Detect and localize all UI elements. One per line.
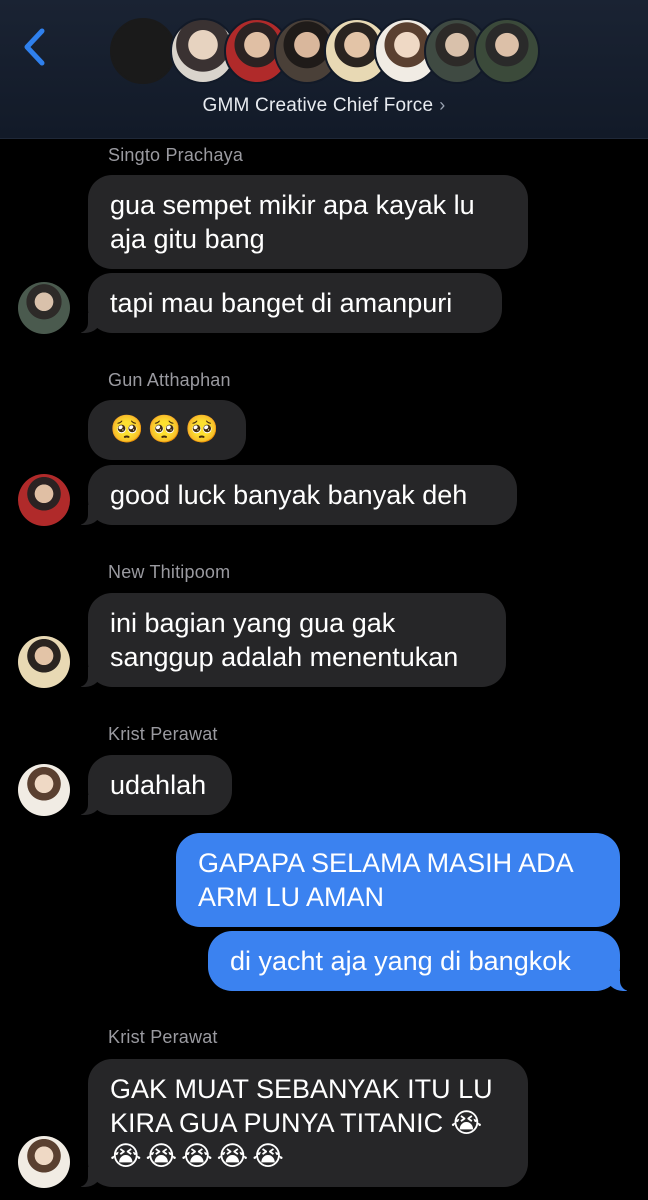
message-text: udahlah [110,770,207,800]
conversation-header: GMM Creative Chief Force › [0,0,648,139]
message-text-line: ini bagian yang gua gak [110,608,396,638]
outgoing-message-bubble[interactable]: di yacht aja yang di bangkok [208,931,630,991]
incoming-message-bubble[interactable]: 🥺🥺🥺 [88,400,246,460]
message-text: di yacht aja yang di bangkok [230,946,571,976]
incoming-message-bubble[interactable]: good luck banyak banyak deh [78,465,517,525]
avatar[interactable] [18,282,70,334]
sender-name: Krist Perawat [108,724,218,744]
member-avatar [110,18,176,84]
message-text-line: aja gitu bang [110,224,265,254]
incoming-message-bubble[interactable]: udahlah [78,755,232,815]
avatar[interactable] [18,764,70,816]
message-text-line: GAK MUAT SEBANYAK ITU LU [110,1074,493,1104]
message-text-line: GAPAPA SELAMA MASIH ADA [198,848,574,878]
message-text-line: KIRA GUA PUNYA TITANIC 😭 [110,1108,483,1138]
sender-name: Gun Atthaphan [108,370,231,390]
avatar[interactable] [18,474,70,526]
incoming-message-bubble[interactable]: tapi mau banget di amanpuri [78,273,502,333]
message-text-line: sanggup adalah menentukan [110,642,459,672]
member-avatar-stack[interactable] [110,18,550,88]
back-button[interactable] [14,22,54,72]
sender-name: New Thitipoom [108,562,231,582]
message-text: 🥺🥺🥺 [110,414,223,445]
group-name: GMM Creative Chief Force [202,95,434,116]
sender-name: Singto Prachaya [108,145,244,165]
incoming-message-bubble[interactable]: ini bagian yang gua gak sanggup adalah m… [78,593,506,687]
chevron-right-icon: › [439,95,446,115]
chevron-left-icon [24,28,45,66]
group-name-link[interactable]: GMM Creative Chief Force › [0,95,648,117]
incoming-message-bubble[interactable]: GAK MUAT SEBANYAK ITU LU KIRA GUA PUNYA … [78,1059,528,1187]
message-text-line: 😭😭😭😭😭 [110,1141,288,1172]
message-text: good luck banyak banyak deh [110,480,468,510]
message-text: tapi mau banget di amanpuri [110,288,453,318]
message-text-line: gua sempet mikir apa kayak lu [110,190,475,220]
avatar[interactable] [18,636,70,688]
member-avatar [474,18,540,84]
sender-name: Krist Perawat [108,1027,218,1047]
incoming-message-bubble[interactable]: gua sempet mikir apa kayak lu aja gitu b… [88,175,528,269]
avatar[interactable] [18,1136,70,1188]
outgoing-message-bubble[interactable]: GAPAPA SELAMA MASIH ADA ARM LU AMAN [176,833,620,927]
message-text-line: ARM LU AMAN [198,882,385,912]
